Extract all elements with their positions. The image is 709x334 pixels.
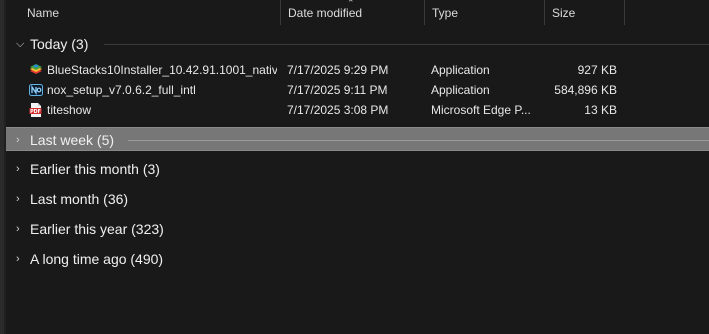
group-label: Earlier this year (323) bbox=[30, 221, 164, 237]
file-row[interactable]: PDF titeshow 7/17/2025 3:08 PM Microsoft… bbox=[6, 100, 709, 120]
chevron-right-icon[interactable]: › bbox=[16, 187, 30, 211]
column-header-name[interactable]: Name bbox=[19, 0, 281, 25]
column-header-bar: Name Date modified ⌃ Type Size bbox=[6, 0, 709, 25]
chevron-right-icon[interactable]: › bbox=[16, 247, 30, 271]
group-label: Last month (36) bbox=[30, 191, 129, 207]
group-label: Last week (5) bbox=[30, 132, 115, 148]
group-divider bbox=[104, 44, 709, 45]
file-date-modified: 7/17/2025 9:11 PM bbox=[287, 83, 388, 97]
file-row[interactable]: nox_setup_v7.0.6.2_full_intl 7/17/2025 9… bbox=[6, 80, 709, 100]
chevron-right-icon[interactable]: › bbox=[16, 157, 30, 181]
file-row[interactable]: BlueStacks10Installer_10.42.91.1001_nati… bbox=[6, 60, 709, 80]
column-header-type[interactable]: Type bbox=[424, 0, 544, 25]
chevron-up-icon: ⌃ bbox=[347, 0, 355, 8]
file-name: titeshow bbox=[47, 103, 92, 117]
group-header-a-long-time-ago[interactable]: › A long time ago (490) bbox=[6, 247, 709, 271]
group-divider bbox=[128, 140, 709, 141]
group-label: Today (3) bbox=[30, 36, 89, 52]
pane-splitter[interactable] bbox=[0, 0, 4, 334]
file-name: nox_setup_v7.0.6.2_full_intl bbox=[47, 83, 196, 97]
file-name: BlueStacks10Installer_10.42.91.1001_nati… bbox=[47, 63, 277, 77]
pdf-file-icon: PDF bbox=[29, 103, 42, 117]
svg-text:PDF: PDF bbox=[30, 109, 41, 115]
file-size: 584,896 KB bbox=[554, 83, 617, 97]
group-header-earlier-this-month[interactable]: › Earlier this month (3) bbox=[6, 157, 709, 181]
bluestacks-app-icon bbox=[30, 64, 42, 74]
file-size: 927 KB bbox=[577, 63, 617, 77]
column-header-size[interactable]: Size bbox=[544, 0, 624, 25]
column-divider[interactable] bbox=[624, 0, 625, 25]
group-label: Earlier this month (3) bbox=[30, 161, 160, 177]
chevron-right-icon[interactable]: › bbox=[16, 217, 30, 241]
file-date-modified: 7/17/2025 9:29 PM bbox=[287, 63, 389, 77]
group-header-last-week[interactable]: › Last week (5) bbox=[6, 127, 709, 151]
file-date-modified: 7/17/2025 3:08 PM bbox=[287, 103, 389, 117]
chevron-down-icon[interactable]: ⌵ bbox=[16, 32, 30, 56]
group-label: A long time ago (490) bbox=[30, 251, 164, 267]
nox-app-icon bbox=[29, 84, 43, 96]
chevron-right-icon[interactable]: › bbox=[16, 128, 30, 152]
group-header-today[interactable]: ⌵ Today (3) bbox=[6, 32, 709, 56]
group-header-last-month[interactable]: › Last month (36) bbox=[6, 187, 709, 211]
file-size: 13 KB bbox=[584, 103, 617, 117]
group-header-earlier-this-year[interactable]: › Earlier this year (323) bbox=[6, 217, 709, 241]
